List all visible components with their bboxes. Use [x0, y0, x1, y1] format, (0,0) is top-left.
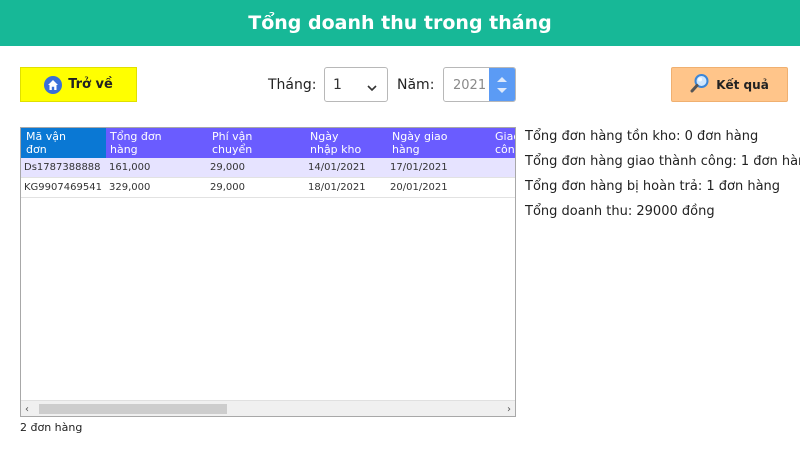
back-button-label: Trở về — [68, 77, 113, 92]
table-header: Mã vận đơn Tổng đơn hàng Phí vận chuyển … — [21, 128, 515, 158]
spin-up-icon[interactable] — [497, 77, 507, 82]
table-row[interactable]: Ds1787388888 161,000 29,000 14/01/2021 1… — [21, 158, 515, 178]
summary-revenue: Tổng doanh thu: 29000 đồng — [525, 204, 715, 219]
column-header-line: hàng — [392, 143, 420, 156]
cell-order-total: 329,000 — [109, 182, 151, 193]
cell-stock-in-date: 18/01/2021 — [308, 182, 366, 193]
column-header-line: Giao — [495, 130, 515, 143]
spin-down-icon[interactable] — [497, 88, 507, 93]
summary-returned: Tổng đơn hàng bị hoàn trả: 1 đơn hàng — [525, 179, 781, 194]
column-header-line: Mã vận — [26, 130, 66, 143]
cell-delivery-date: 20/01/2021 — [390, 182, 448, 193]
column-header-delivery-date[interactable]: Ngày giao hàng — [392, 130, 447, 156]
year-label: Năm: — [397, 77, 435, 93]
home-icon — [44, 75, 63, 94]
column-header-stock-in-date[interactable]: Ngày nhập kho — [310, 130, 361, 156]
scroll-right-icon[interactable]: › — [507, 404, 511, 415]
column-header-line: Tổng đơn — [110, 130, 162, 143]
cell-stock-in-date: 14/01/2021 — [308, 162, 366, 173]
month-value: 1 — [333, 76, 342, 93]
cell-waybill: KG9907469541 — [24, 182, 102, 193]
orders-table[interactable]: Mã vận đơn Tổng đơn hàng Phí vận chuyển … — [20, 127, 516, 417]
cell-waybill: Ds1787388888 — [24, 162, 101, 173]
summary-stock: Tổng đơn hàng tồn kho: 0 đơn hàng — [525, 129, 759, 144]
column-header-line: hàng — [110, 143, 138, 156]
column-header-line: Ngày giao — [392, 130, 448, 143]
year-value: 2021 — [453, 78, 487, 93]
column-header-line: Phí vận — [212, 130, 253, 143]
cell-order-total: 161,000 — [109, 162, 151, 173]
magnifier-icon — [690, 73, 710, 96]
row-count: 2 đơn hàng — [20, 421, 83, 434]
cell-shipping-fee: 29,000 — [210, 182, 245, 193]
column-header-line: đơn — [26, 143, 47, 156]
page-title: Tổng doanh thu trong tháng — [248, 12, 552, 34]
summary-delivered: Tổng đơn hàng giao thành công: 1 đơn hàn… — [525, 154, 800, 169]
month-select[interactable]: 1 — [324, 67, 388, 102]
result-button-label: Kết quả — [716, 77, 769, 92]
column-header-line: Ngày — [310, 130, 339, 143]
year-spinbox[interactable]: 2021 — [443, 67, 516, 102]
month-label: Tháng: — [268, 77, 317, 93]
column-header-order-total[interactable]: Tổng đơn hàng — [110, 130, 162, 156]
horizontal-scrollbar[interactable]: ‹ › — [21, 400, 515, 416]
cell-shipping-fee: 29,000 — [210, 162, 245, 173]
column-header-line: côn — [495, 143, 515, 156]
scroll-left-icon[interactable]: ‹ — [25, 404, 29, 415]
scrollbar-thumb[interactable] — [39, 404, 227, 414]
year-spinner[interactable] — [489, 68, 515, 101]
title-bar: Tổng doanh thu trong tháng — [0, 0, 800, 46]
table-row[interactable]: KG9907469541 329,000 29,000 18/01/2021 2… — [21, 178, 515, 198]
back-button[interactable]: Trở về — [20, 67, 137, 102]
column-header-shipping-fee[interactable]: Phí vận chuyển — [212, 130, 252, 156]
chevron-down-icon — [367, 80, 377, 96]
column-header-delivery-status[interactable]: Giao côn — [495, 130, 515, 156]
result-button[interactable]: Kết quả — [671, 67, 788, 102]
column-header-waybill[interactable]: Mã vận đơn — [21, 128, 106, 158]
column-header-line: nhập kho — [310, 143, 362, 156]
column-header-line: chuyển — [212, 143, 253, 156]
cell-delivery-date: 17/01/2021 — [390, 162, 448, 173]
